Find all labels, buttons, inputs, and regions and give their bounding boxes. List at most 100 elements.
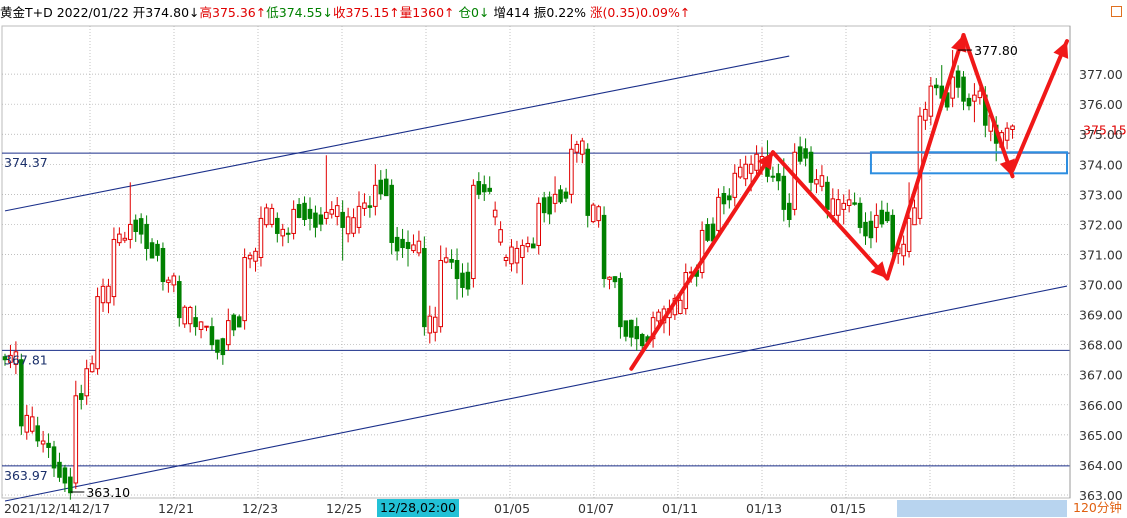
oi-change-label: 增	[493, 5, 506, 20]
candle-body	[928, 85, 934, 117]
high-value: 375.36↑	[212, 5, 267, 20]
low-label: 低	[266, 5, 279, 20]
candle-body	[302, 202, 307, 221]
interval-selector[interactable]: 120分钟	[1073, 499, 1122, 517]
candle-body	[901, 243, 906, 257]
candle-body	[770, 175, 776, 178]
x-tick-label: 01/07	[578, 501, 614, 516]
candle-body	[498, 229, 503, 243]
candle-body	[536, 202, 542, 246]
candle-body	[541, 197, 547, 214]
candle-body	[24, 414, 30, 433]
candle-body	[253, 250, 258, 262]
candle-body	[416, 240, 422, 254]
candle-body	[835, 199, 841, 216]
y-tick-label: 369.00	[1079, 308, 1123, 323]
candle-body	[754, 153, 759, 171]
candle-body	[525, 242, 531, 248]
arrow-shaft	[1010, 39, 1069, 173]
highlight-zone	[869, 151, 1069, 175]
level-label: 367.81	[4, 352, 48, 367]
y-tick-label: 366.00	[1079, 398, 1123, 413]
candle-body	[117, 233, 122, 244]
candle-body	[454, 259, 460, 280]
candle-body	[737, 166, 743, 178]
candle-body	[629, 319, 634, 338]
candle-body	[144, 223, 149, 249]
candle-body	[558, 189, 563, 203]
candle-body	[155, 243, 160, 256]
candle-body	[874, 214, 879, 228]
axes: 363.00364.00365.00366.00367.00368.00369.…	[4, 26, 1123, 517]
candle-body	[68, 476, 73, 494]
candle-body	[345, 216, 351, 235]
candle-body	[324, 211, 329, 219]
candle-body	[656, 311, 661, 322]
window-toggle-icon[interactable]	[1111, 6, 1122, 17]
candle-body	[106, 285, 111, 304]
candle-body	[40, 440, 46, 445]
candle-body	[187, 306, 193, 325]
annotation-label: 363.10	[86, 485, 130, 500]
x-tick-label: 01/13	[746, 501, 782, 516]
candle-body	[852, 202, 857, 205]
candle-body	[803, 148, 808, 159]
y-tick-label: 364.00	[1079, 458, 1123, 473]
candle-body	[231, 314, 237, 331]
candle-body	[313, 212, 318, 228]
candle-body	[1010, 125, 1015, 131]
candle-body	[585, 148, 591, 216]
candle-body	[563, 191, 569, 199]
candle-body	[732, 172, 738, 198]
candle-body	[476, 181, 482, 195]
candle-body	[934, 84, 939, 89]
candle-body	[291, 208, 296, 234]
candle-body	[405, 241, 411, 249]
candle-body	[46, 442, 51, 448]
y-tick-label: 370.00	[1079, 278, 1123, 293]
candlesticks	[2, 50, 1015, 500]
candle-body	[432, 316, 438, 333]
candle-body	[912, 207, 917, 226]
candle-body	[318, 214, 324, 225]
selected-range-band	[897, 500, 1067, 517]
candle-body	[264, 207, 269, 226]
candle-body	[580, 140, 585, 155]
candle-body	[863, 221, 868, 237]
candle-body	[509, 246, 514, 265]
x-tick-label: 01/11	[662, 501, 698, 516]
x-tick-label: 12/23	[242, 501, 278, 516]
candle-body	[51, 446, 57, 469]
candle-body	[296, 204, 302, 218]
candle-body	[884, 211, 890, 222]
y-tick-label: 367.00	[1079, 368, 1123, 383]
candle-body	[830, 198, 836, 217]
candle-body	[280, 228, 286, 237]
candle-body	[138, 218, 144, 235]
candle-body	[182, 306, 188, 325]
arrow-shaft	[885, 33, 966, 281]
y-tick-label: 373.00	[1079, 187, 1123, 202]
candle-body	[111, 238, 117, 298]
candle-body	[547, 196, 552, 215]
quote-date: 2022/01/22	[56, 5, 129, 20]
candle-body	[226, 320, 231, 346]
candle-body	[29, 416, 35, 432]
volume-value: 1360↑	[412, 5, 455, 20]
candle-body	[520, 244, 525, 258]
candle-body	[808, 151, 814, 183]
candle-body	[607, 276, 612, 280]
candle-body	[35, 425, 40, 442]
candle-body	[193, 317, 198, 328]
level-label: 374.37	[4, 155, 48, 170]
candle-body	[890, 214, 896, 252]
candle-body	[329, 209, 335, 215]
y-tick-label: 376.00	[1079, 97, 1123, 112]
candle-body	[285, 232, 291, 235]
close-label: 收	[332, 5, 346, 20]
price-chart[interactable]: 374.37367.81363.97363.10377.80375.15 363…	[0, 0, 1127, 518]
candle-body	[530, 243, 536, 249]
candle-body	[269, 207, 275, 225]
candle-body	[340, 211, 345, 228]
candle-body	[73, 395, 79, 484]
